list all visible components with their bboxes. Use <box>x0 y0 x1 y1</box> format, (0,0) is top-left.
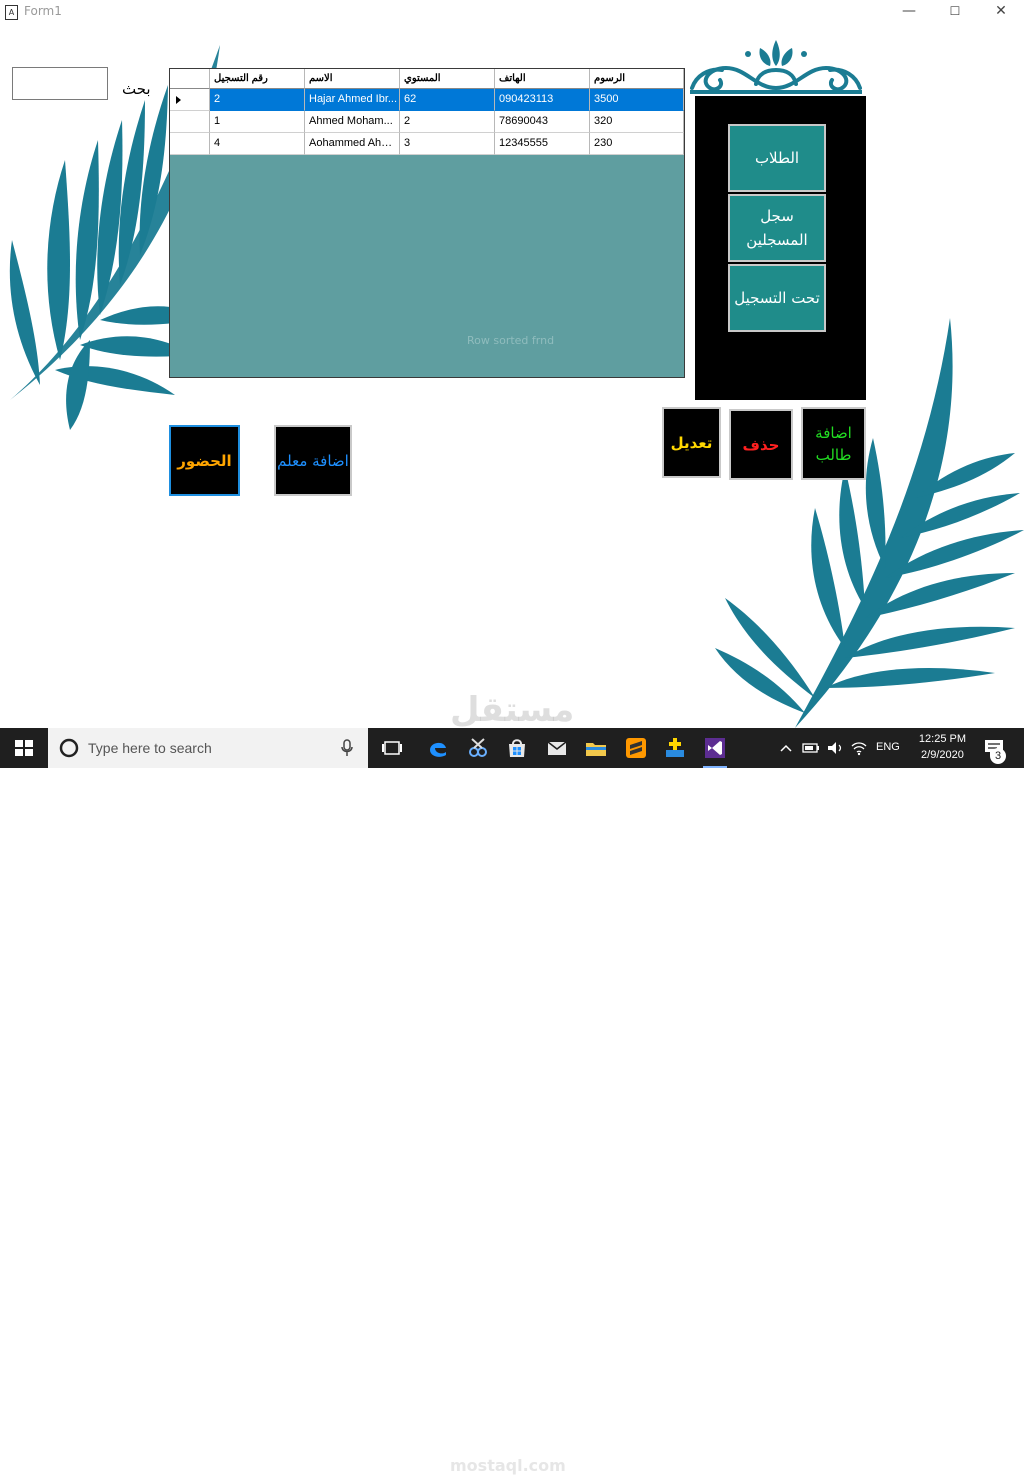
show-hidden-icons-chevron-icon[interactable] <box>778 736 794 760</box>
volume-icon[interactable] <box>826 736 844 760</box>
watermark-domain: mostaql.com <box>450 1456 566 1475</box>
table-cell[interactable]: 12345555 <box>495 133 590 155</box>
table-cell[interactable]: 2 <box>210 89 305 111</box>
snipping-tool-icon[interactable] <box>466 736 490 760</box>
column-header-phone[interactable]: الهاتف <box>495 69 590 89</box>
table-row[interactable]: 2 Hajar Ahmed Ibr... 62 090423113 3500 <box>170 89 684 111</box>
column-header-level[interactable]: المستوي <box>400 69 495 89</box>
table-cell[interactable]: Ahmed Moham... <box>305 111 400 133</box>
column-header-registration-number[interactable]: رقم التسجيل <box>210 69 305 89</box>
cortana-circle-icon <box>59 738 79 758</box>
table-cell[interactable]: Aohammed Ahm... <box>305 133 400 155</box>
taskbar-clock[interactable]: 12:25 PM 2/9/2020 <box>919 731 966 763</box>
taskbar-search-box[interactable]: Type here to search <box>48 728 368 768</box>
table-cell[interactable]: 2 <box>400 111 495 133</box>
under-registration-button[interactable]: تحت التسجيل <box>728 264 826 332</box>
table-cell[interactable]: 320 <box>590 111 684 133</box>
wifi-icon[interactable] <box>850 736 868 760</box>
grid-header-corner <box>170 69 210 89</box>
grid-faint-text: Row sorted frnd <box>467 334 555 347</box>
clock-time: 12:25 PM <box>918 733 966 745</box>
windows-start-icon[interactable] <box>12 736 36 760</box>
taskbar: Type here to search ENG 12:25 PM 2/9/202… <box>0 728 1024 1475</box>
students-button[interactable]: الطلاب <box>728 124 826 192</box>
row-selector[interactable] <box>170 133 210 155</box>
attendance-button[interactable]: الحضور <box>169 425 240 496</box>
table-cell[interactable]: 78690043 <box>495 111 590 133</box>
students-data-grid[interactable]: رقم التسجيل الاسم المستوي الهاتف الرسوم … <box>169 68 685 378</box>
search-input[interactable] <box>12 67 108 100</box>
window-title: Form1 <box>24 4 62 18</box>
app-icon: A <box>5 5 18 20</box>
app-plus-icon[interactable] <box>663 736 687 760</box>
maximize-button[interactable]: ☐ <box>932 0 978 24</box>
microphone-icon[interactable] <box>340 739 354 757</box>
visual-studio-icon[interactable] <box>703 736 727 760</box>
language-indicator[interactable]: ENG <box>876 741 900 753</box>
grid-header-row: رقم التسجيل الاسم المستوي الهاتف الرسوم <box>170 69 684 89</box>
watermark-logo: مستقل <box>450 690 575 730</box>
table-cell[interactable]: 4 <box>210 133 305 155</box>
table-cell[interactable]: Hajar Ahmed Ibr... <box>305 89 400 111</box>
title-bar: A Form1 — ☐ ✕ <box>0 0 1024 24</box>
row-selector[interactable] <box>170 111 210 133</box>
notification-count-badge: 3 <box>990 748 1006 764</box>
battery-icon[interactable] <box>802 736 820 760</box>
edge-browser-icon[interactable] <box>426 736 450 760</box>
table-row[interactable]: 1 Ahmed Moham... 2 78690043 320 <box>170 111 684 133</box>
mail-icon[interactable] <box>545 736 569 760</box>
side-menu-panel: الطلاب سجل المسجلين تحت التسجيل <box>695 94 866 400</box>
store-icon[interactable] <box>505 736 529 760</box>
column-header-fees[interactable]: الرسوم <box>590 69 684 89</box>
search-label: بحث <box>122 80 151 98</box>
current-row-arrow-icon <box>176 96 181 104</box>
edit-button[interactable]: تعديل <box>662 407 721 478</box>
task-view-icon[interactable] <box>380 736 404 760</box>
column-header-name[interactable]: الاسم <box>305 69 400 89</box>
minimize-button[interactable]: — <box>886 0 932 24</box>
taskbar-search-placeholder: Type here to search <box>88 740 212 756</box>
table-cell[interactable]: 230 <box>590 133 684 155</box>
table-cell[interactable]: 3 <box>400 133 495 155</box>
table-cell[interactable]: 090423113 <box>495 89 590 111</box>
add-teacher-button[interactable]: اضافة معلم <box>274 425 352 496</box>
table-cell[interactable]: 1 <box>210 111 305 133</box>
add-student-button[interactable]: اضافة طالب <box>801 407 866 480</box>
sublime-text-icon[interactable] <box>624 736 648 760</box>
file-explorer-icon[interactable] <box>584 736 608 760</box>
registered-log-button[interactable]: سجل المسجلين <box>728 194 826 262</box>
row-selector[interactable] <box>170 89 210 111</box>
ornament-icon <box>690 40 862 94</box>
delete-button[interactable]: حذف <box>729 409 793 480</box>
table-cell[interactable]: 62 <box>400 89 495 111</box>
table-cell[interactable]: 3500 <box>590 89 684 111</box>
close-button[interactable]: ✕ <box>978 0 1024 24</box>
clock-date: 2/9/2020 <box>921 749 964 761</box>
table-row[interactable]: 4 Aohammed Ahm... 3 12345555 230 <box>170 133 684 155</box>
